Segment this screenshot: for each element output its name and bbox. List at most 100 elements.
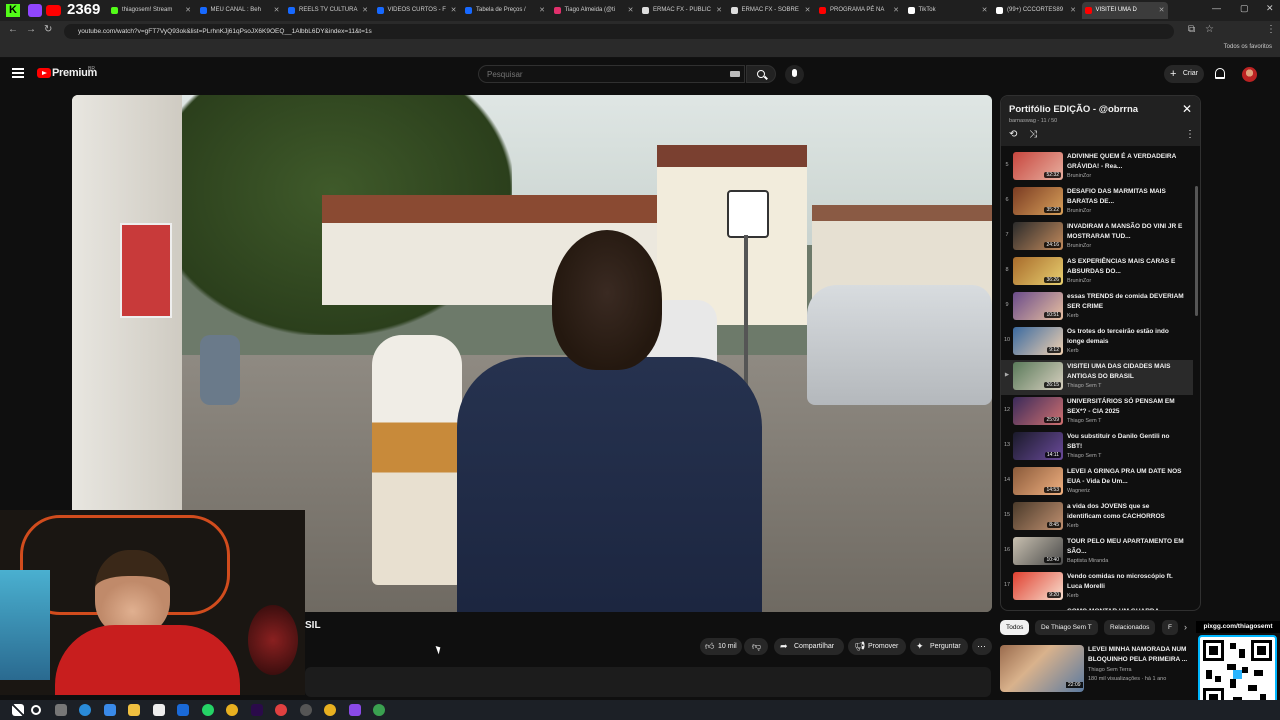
- playlist-next-partial[interactable]: COMO MONTAR UM GUARDA...: [1067, 607, 1185, 610]
- premiere-icon[interactable]: [251, 704, 263, 716]
- description-box[interactable]: [305, 667, 991, 697]
- search-input[interactable]: [478, 65, 745, 83]
- playlist-item-title[interactable]: TOUR PELO MEU APARTAMENTO EM SÃO...: [1067, 537, 1185, 557]
- playlist-item[interactable]: 15 8:45 a vida dos JOVENS que se identific…: [1001, 500, 1193, 535]
- tab-close-icon[interactable]: ✕: [805, 2, 811, 19]
- playlist-item-title[interactable]: essas TRENDS de comida DEVERIAM SER CRIM…: [1067, 292, 1185, 312]
- promote-button[interactable]: 📢︎ Promover: [848, 638, 906, 655]
- app-icon-1[interactable]: [300, 704, 312, 716]
- hamburger-menu-icon[interactable]: [12, 68, 24, 78]
- browser-tab[interactable]: ERMAC FX - SOBRE ✕: [728, 2, 814, 19]
- maximize-icon[interactable]: ▢: [1240, 3, 1249, 14]
- tab-close-icon[interactable]: ✕: [1070, 2, 1076, 19]
- tab-close-icon[interactable]: ✕: [362, 2, 368, 19]
- playlist-item[interactable]: 6 35:22 DESAFIO DAS MARMITAS MAIS BARATAS …: [1001, 185, 1193, 220]
- filter-chip[interactable]: De Thiago Sem T: [1035, 620, 1098, 635]
- playlist-item-thumbnail[interactable]: 9:12: [1013, 327, 1063, 355]
- playlist-item-thumbnail[interactable]: 25:09: [1013, 397, 1063, 425]
- playlist-item[interactable]: 9 10:51 essas TRENDS de comida DEVERIAM SE…: [1001, 290, 1193, 325]
- browser-tab[interactable]: (99+) CCCORTES89 ✕: [993, 2, 1079, 19]
- voice-search-icon[interactable]: [785, 65, 804, 84]
- app-icon-2[interactable]: [373, 704, 385, 716]
- tab-close-icon[interactable]: ✕: [274, 2, 280, 19]
- filter-chip[interactable]: F: [1162, 620, 1178, 635]
- like-button[interactable]: 👍︎ 10 mil: [700, 638, 742, 655]
- playlist-more-icon[interactable]: ⋮: [1185, 129, 1195, 140]
- ask-button[interactable]: ✦ Perguntar: [910, 638, 968, 655]
- copilot-icon[interactable]: [104, 704, 116, 716]
- back-icon[interactable]: ←: [8, 24, 18, 35]
- browser-tab[interactable]: thiagosem! Stream ✕: [108, 2, 194, 19]
- notifications-bell-icon[interactable]: [1215, 68, 1225, 79]
- file-explorer-icon[interactable]: [128, 704, 140, 716]
- share-button[interactable]: ➦ Compartilhar: [774, 638, 844, 655]
- browser-tab[interactable]: VISITEI UMA D ✕: [1081, 2, 1168, 19]
- close-window-icon[interactable]: ✕: [1266, 3, 1274, 14]
- youtube-tab-icon[interactable]: [46, 5, 61, 16]
- keyboard-icon[interactable]: [730, 71, 740, 77]
- playlist-item-title[interactable]: ADIVINHE QUEM É A VERDADEIRA GRÁVIDA! - …: [1067, 152, 1185, 172]
- playlist-item[interactable]: 8 36:26 AS EXPERIÊNCIAS MAIS CARAS E ABSUR…: [1001, 255, 1193, 290]
- browser-tab[interactable]: VIDEOS CURTOS - F ✕: [374, 2, 460, 19]
- playlist-item[interactable]: 13 14:11 Vou substituir o Danilo Gentili n…: [1001, 430, 1193, 465]
- avatar[interactable]: [1242, 67, 1257, 82]
- filter-chip[interactable]: Relacionados: [1104, 620, 1156, 635]
- tab-close-icon[interactable]: ✕: [716, 2, 722, 19]
- recommended-channel[interactable]: Thiago Sem Terra: [1088, 667, 1132, 673]
- kick-logo-icon[interactable]: K: [6, 4, 20, 17]
- create-button[interactable]: + Criar: [1164, 65, 1204, 83]
- browser-menu-icon[interactable]: ⋮: [1266, 24, 1276, 35]
- whatsapp-icon[interactable]: [202, 704, 214, 716]
- playlist-item-title[interactable]: DESAFIO DAS MARMITAS MAIS BARATAS DE...: [1067, 187, 1185, 207]
- playlist-item-thumbnail[interactable]: 9:20: [1013, 572, 1063, 600]
- playlist-item-thumbnail[interactable]: 52:32: [1013, 152, 1063, 180]
- playlist-item[interactable]: 5 52:32 ADIVINHE QUEM É A VERDADEIRA GRÁVI…: [1001, 150, 1193, 185]
- edge-icon[interactable]: [79, 704, 91, 716]
- obs-icon[interactable]: [275, 704, 287, 716]
- loop-icon[interactable]: ⟲: [1009, 129, 1017, 140]
- playlist-item-title[interactable]: Vou substituir o Danilo Gentili no SBT!: [1067, 432, 1185, 452]
- youtube-logo-icon[interactable]: [37, 68, 51, 78]
- tab-close-icon[interactable]: ✕: [1159, 2, 1165, 19]
- playlist-item-title[interactable]: UNIVERSITÁRIOS SÓ PENSAM EM SEX*? - CIA …: [1067, 397, 1185, 417]
- close-playlist-icon[interactable]: ✕: [1182, 102, 1192, 116]
- chrome-profile-icon[interactable]: [324, 704, 336, 716]
- all-bookmarks-link[interactable]: Todos os favoritos: [1224, 44, 1272, 50]
- playlist-item-thumbnail[interactable]: 14:53: [1013, 467, 1063, 495]
- recommended-video[interactable]: 22:09 LEVEI MINHA NAMORADA NUM BLOQUINHO…: [1000, 645, 1190, 693]
- playlist-item-title[interactable]: Vendo comidas no microscópio ft. Luca Mo…: [1067, 572, 1185, 592]
- cast-icon[interactable]: ⧉: [1188, 24, 1195, 35]
- playlist-item-title[interactable]: a vida dos JOVENS que se identificam com…: [1067, 502, 1185, 522]
- playlist-item[interactable]: 17 9:20 Vendo comidas no microscópio ft. L…: [1001, 570, 1193, 605]
- browser-tab[interactable]: Tabela de Preços / ✕: [462, 2, 548, 19]
- browser-tab[interactable]: Tiago Almeida (@ti ✕: [551, 2, 637, 19]
- playlist-item-thumbnail[interactable]: 8:45: [1013, 502, 1063, 530]
- url-field[interactable]: youtube.com/watch?v=gFT7VyQ93ok&list=PLr…: [64, 24, 1174, 39]
- playlist-item[interactable]: 16 10:40 TOUR PELO MEU APARTAMENTO EM SÃO.…: [1001, 535, 1193, 570]
- playlist-item-title[interactable]: LEVEI A GRINGA PRA UM DATE NOS EUA - Vid…: [1067, 467, 1185, 487]
- twitch-icon[interactable]: [28, 4, 42, 17]
- app-grid-icon[interactable]: [349, 704, 361, 716]
- search-button[interactable]: [746, 65, 776, 83]
- playlist-item-thumbnail[interactable]: 35:22: [1013, 187, 1063, 215]
- playlist-title[interactable]: Portifólio EDIÇÃO - @obrrna: [1009, 104, 1138, 115]
- store-icon[interactable]: [153, 704, 165, 716]
- tab-close-icon[interactable]: ✕: [628, 2, 634, 19]
- playlist-item-thumbnail[interactable]: 36:26: [1013, 257, 1063, 285]
- playlist-scrollbar[interactable]: [1195, 186, 1198, 316]
- playlist-item-title[interactable]: INVADIRAM A MANSÃO DO VINI JR E MOSTRARA…: [1067, 222, 1185, 242]
- browser-tab[interactable]: TikTok ✕: [905, 2, 991, 19]
- playlist-item-thumbnail[interactable]: 24:16: [1013, 222, 1063, 250]
- playlist-item-thumbnail[interactable]: 10:51: [1013, 292, 1063, 320]
- browser-tab[interactable]: MEU CANAL : Beh ✕: [197, 2, 283, 19]
- filter-chip[interactable]: Todos: [1000, 620, 1030, 635]
- tab-close-icon[interactable]: ✕: [185, 2, 191, 19]
- mail-icon[interactable]: [177, 704, 189, 716]
- tab-close-icon[interactable]: ✕: [451, 2, 457, 19]
- playlist-item-title[interactable]: Os trotes do terceirão estão indo longe …: [1067, 327, 1185, 347]
- playlist-item[interactable]: 7 24:16 INVADIRAM A MANSÃO DO VINI JR E MO…: [1001, 220, 1193, 255]
- browser-tab[interactable]: ERMAC FX - PUBLIC ✕: [639, 2, 725, 19]
- dislike-button[interactable]: 👎︎: [744, 638, 768, 655]
- playlist-item-title[interactable]: AS EXPERIÊNCIAS MAIS CARAS E ABSURDAS DO…: [1067, 257, 1185, 277]
- chips-next-icon[interactable]: ›: [1184, 622, 1187, 632]
